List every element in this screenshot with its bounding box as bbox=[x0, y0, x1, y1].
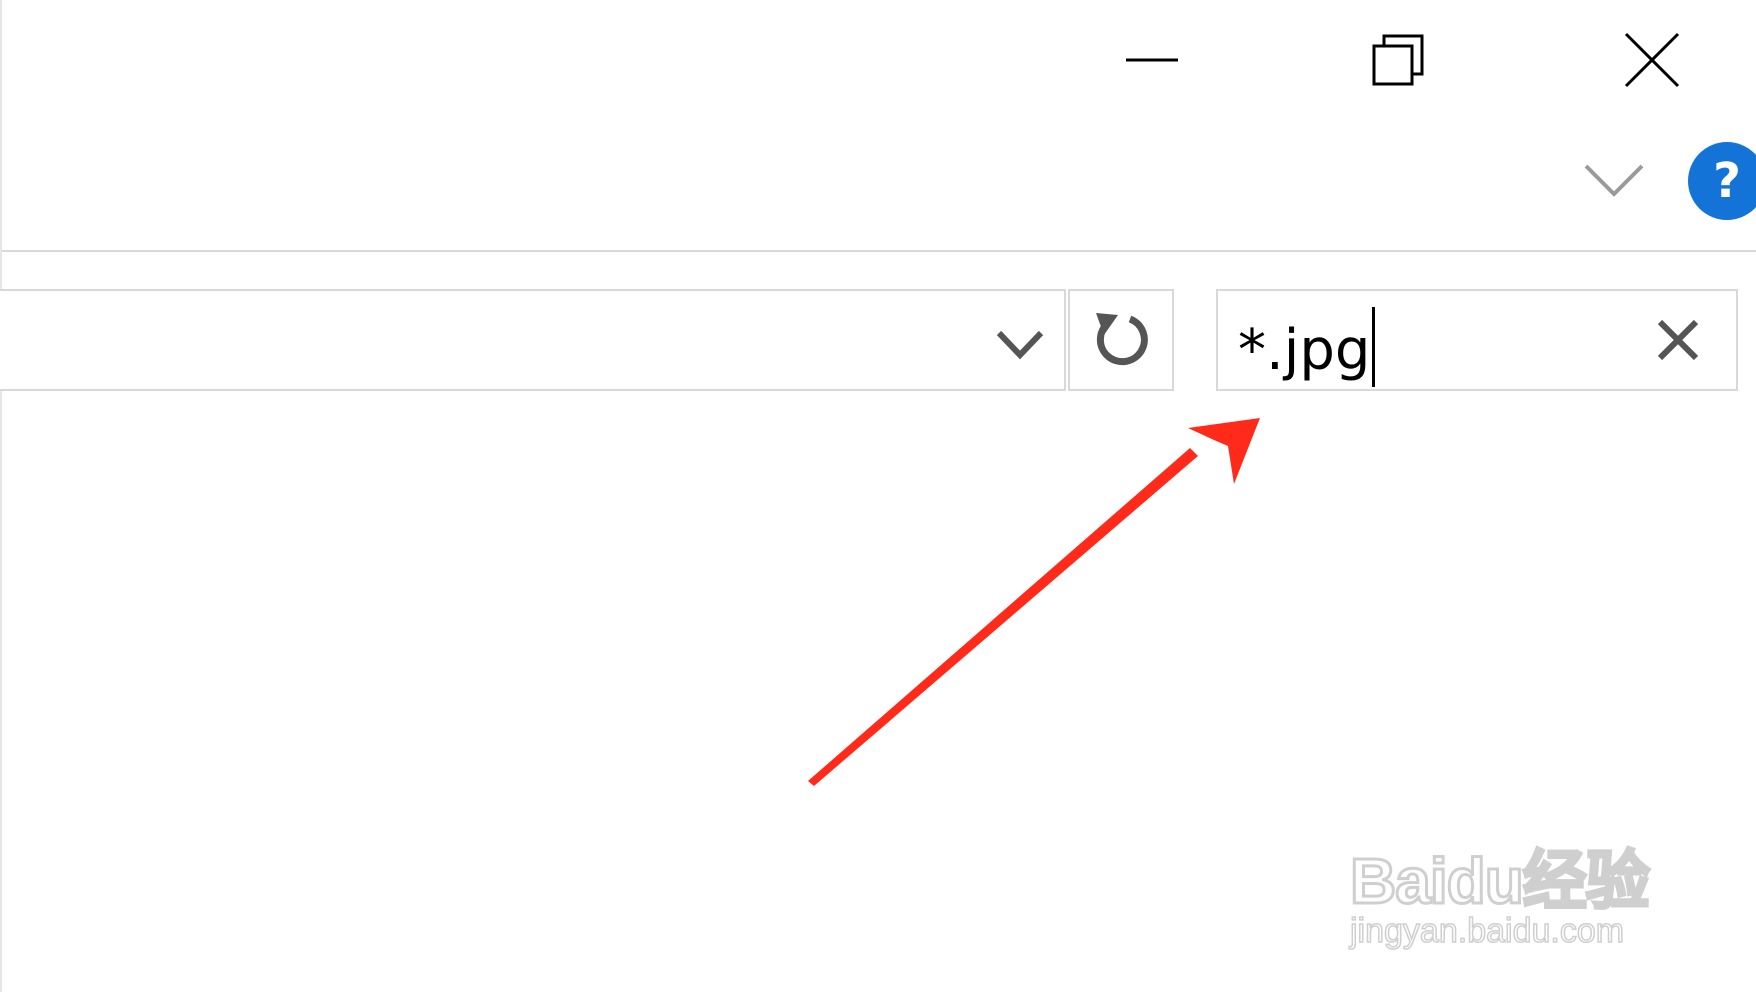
watermark-logo: Baidu经验 bbox=[1349, 844, 1652, 919]
search-input[interactable]: *.jpg bbox=[1238, 307, 1376, 387]
annotation-arrow bbox=[808, 418, 1260, 786]
search-clear-button[interactable] bbox=[1638, 305, 1718, 375]
text-caret bbox=[1372, 307, 1376, 387]
annotation-arrow-shaft bbox=[808, 448, 1198, 786]
expand-ribbon-button[interactable] bbox=[1574, 150, 1654, 210]
refresh-icon bbox=[1096, 313, 1148, 366]
clear-icon bbox=[1657, 319, 1699, 361]
restore-button[interactable] bbox=[1338, 0, 1458, 120]
address-bar[interactable] bbox=[0, 289, 1066, 391]
chevron-down-icon bbox=[996, 330, 1044, 360]
restore-icon bbox=[1372, 34, 1424, 86]
file-explorer-window: ? *.jpg Baidu经验 jingyan.baidu.com bbox=[0, 0, 1756, 992]
annotation-arrow-head bbox=[1188, 418, 1260, 484]
chevron-down-icon bbox=[1584, 164, 1644, 197]
watermark-url: jingyan.baidu.com bbox=[1349, 911, 1625, 951]
search-box[interactable]: *.jpg bbox=[1216, 289, 1738, 391]
watermark: Baidu经验 jingyan.baidu.com bbox=[1342, 800, 1682, 960]
close-icon bbox=[1624, 32, 1680, 88]
search-input-value: *.jpg bbox=[1238, 318, 1371, 383]
help-icon: ? bbox=[1713, 153, 1741, 209]
address-history-dropdown[interactable] bbox=[972, 300, 1068, 388]
refresh-button[interactable] bbox=[1068, 289, 1174, 391]
minimize-button[interactable] bbox=[1092, 0, 1212, 120]
help-button[interactable]: ? bbox=[1688, 142, 1756, 220]
ribbon-divider bbox=[2, 250, 1756, 252]
minimize-icon bbox=[1126, 58, 1178, 62]
close-button[interactable] bbox=[1592, 0, 1712, 120]
